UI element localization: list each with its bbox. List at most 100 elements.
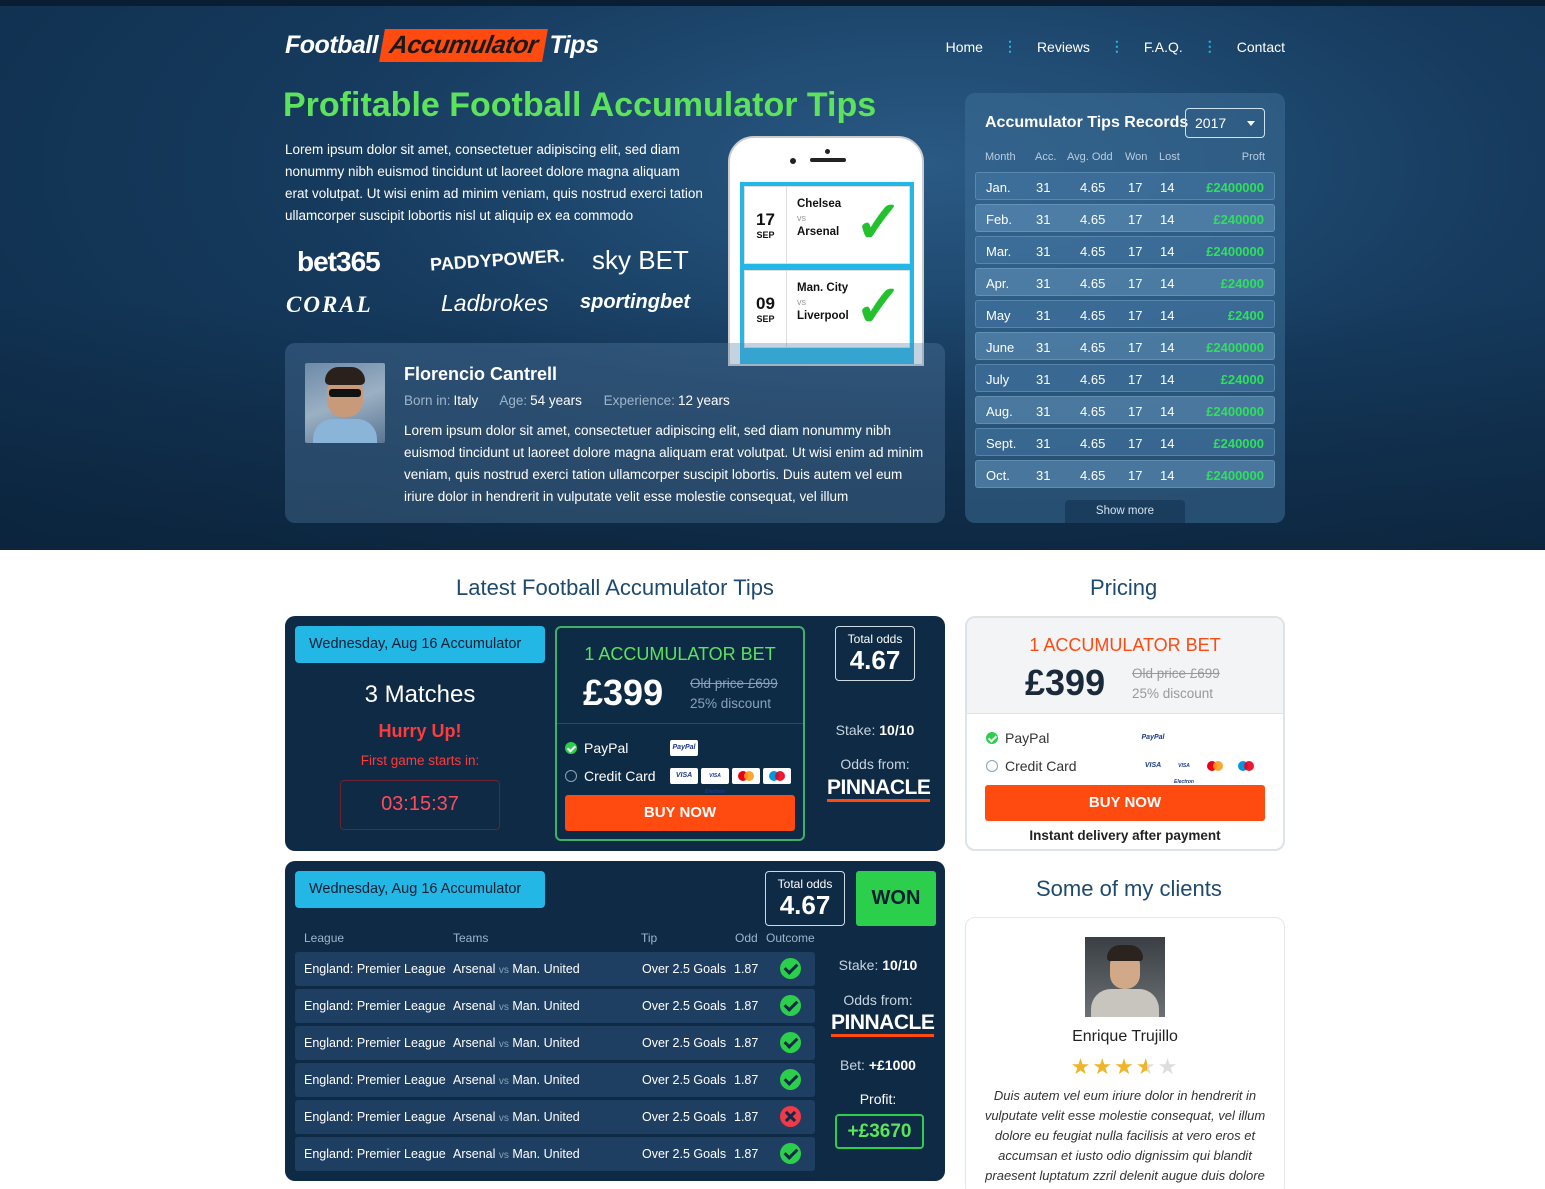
paypal-badge: PayPal — [1139, 730, 1167, 746]
visa-electron-icon: VISA Electron — [701, 768, 729, 795]
tipster-bio: Lorem ipsum dolor sit amet, consectetuer… — [404, 423, 924, 504]
outcome-win-icon — [780, 958, 801, 979]
pricing-title: 1 ACCUMULATOR BET — [1029, 635, 1221, 655]
buy-now-button[interactable]: BUY NOW — [565, 795, 795, 831]
records-profit: £2400000 — [1206, 404, 1264, 419]
intro-text: Lorem ipsum dolor sit amet, consectetuer… — [285, 142, 703, 223]
records-profit: £2400000 — [1206, 180, 1264, 195]
radio-icon[interactable] — [565, 770, 577, 782]
nav-reviews[interactable]: Reviews — [1037, 39, 1090, 55]
records-cell: 14 — [1160, 340, 1175, 355]
tip-cell: Over 2.5 Goals — [642, 1036, 727, 1050]
hero-section: Football Accumulator Tips Home ⋮ Reviews… — [0, 0, 1545, 550]
records-cell: 17 — [1128, 276, 1143, 291]
bookmaker-logo-bet365: bet365 — [297, 246, 381, 277]
visa-icon: VISA — [670, 768, 698, 784]
odd-cell: 1.87 — [734, 1110, 759, 1124]
outcome-win-icon — [780, 995, 801, 1016]
logo-word-3: Tips — [549, 30, 599, 59]
records-cell: 4.65 — [1080, 308, 1106, 323]
site-logo[interactable]: Football Accumulator Tips — [285, 26, 599, 64]
payment-option-credit-card[interactable]: Credit Card — [565, 768, 656, 784]
bookmaker-logo-ladbrokes: Ladbrokes — [441, 290, 549, 316]
star-full-icon: ★ — [1092, 1054, 1115, 1079]
show-more-button[interactable]: Show more — [1065, 500, 1185, 523]
tip-cell: Over 2.5 Goals — [642, 1147, 727, 1161]
status-badge: WON — [856, 871, 936, 926]
pricing-option-paypal[interactable]: PayPal — [986, 730, 1049, 746]
records-cell: 14 — [1160, 436, 1175, 451]
records-cell: 4.65 — [1080, 436, 1106, 451]
records-cell: 31 — [1036, 180, 1051, 195]
records-row: Mar. 31 4.65 17 14 £2400000 — [975, 236, 1275, 264]
phone-match-card: 17 SEP Chelsea vs Arsenal ✓ — [744, 186, 910, 264]
records-cell: 17 — [1128, 372, 1143, 387]
records-row: Oct. 31 4.65 17 14 £2400000 — [975, 460, 1275, 488]
records-cell: 4.65 — [1080, 276, 1106, 291]
records-cell: Aug. — [986, 404, 1013, 419]
records-cell: 17 — [1128, 404, 1143, 419]
records-cell: 17 — [1128, 468, 1143, 483]
maestro-icon — [1232, 758, 1260, 774]
upcoming-accumulator-card: Wednesday, Aug 16 Accumulator 3 Matches … — [285, 616, 945, 851]
year-select[interactable]: 2017 — [1185, 108, 1265, 138]
records-profit: £2400000 — [1206, 244, 1264, 259]
records-row: Jan. 31 4.65 17 14 £2400000 — [975, 172, 1275, 200]
records-cell: 17 — [1128, 308, 1143, 323]
pricing-option-credit-card[interactable]: Credit Card — [986, 758, 1077, 774]
nav-contact[interactable]: Contact — [1237, 39, 1285, 55]
main-nav: Home ⋮ Reviews ⋮ F.A.Q. ⋮ Contact — [946, 38, 1285, 55]
pricing-price: £399 — [1025, 662, 1106, 703]
records-cell: 4.65 — [1080, 468, 1106, 483]
total-odds: Total odds 4.67 — [765, 871, 845, 926]
league-cell: England: Premier League — [304, 1073, 446, 1087]
records-title: Accumulator Tips Records — [985, 114, 1189, 131]
nav-separator: ⋮ — [1002, 38, 1017, 54]
records-profit: £24000 — [1220, 276, 1264, 291]
star-rating: ★★★★★ — [966, 1054, 1284, 1080]
nav-faq[interactable]: F.A.Q. — [1144, 39, 1183, 55]
pricing-buy-now-button[interactable]: BUY NOW — [985, 785, 1265, 821]
records-cell: 31 — [1036, 372, 1051, 387]
countdown-label: First game starts in: — [360, 753, 480, 768]
purchase-box: 1 ACCUMULATOR BET £399 Old price £699 25… — [555, 626, 805, 841]
settled-accumulator-card: Wednesday, Aug 16 Accumulator Total odds… — [285, 861, 945, 1181]
phone-screen: 17 SEP Chelsea vs Arsenal ✓ 09 SEP Man. City v… — [740, 182, 914, 364]
matches-count: 3 Matches — [364, 681, 476, 708]
records-profit: £2400000 — [1206, 340, 1264, 355]
old-price: Old price £699 — [690, 676, 778, 691]
teams-cell: Arsenal vs Man. United — [453, 999, 580, 1013]
logo-word-2: Accumulator — [379, 28, 549, 62]
records-cell: 14 — [1160, 212, 1175, 227]
odds-from-label: Odds from: — [843, 992, 913, 1008]
nav-home[interactable]: Home — [946, 39, 983, 55]
delivery-note: Instant delivery after payment — [1029, 828, 1221, 843]
records-cell: Oct. — [986, 468, 1010, 483]
offer-title: 1 ACCUMULATOR BET — [584, 644, 776, 664]
latest-tips-heading: Latest Football Accumulator Tips — [456, 575, 774, 600]
records-cell: 31 — [1036, 244, 1051, 259]
records-cell: Sept. — [986, 436, 1017, 451]
star-half-icon: ★ — [1135, 1054, 1158, 1079]
payment-option-paypal[interactable]: PayPal — [565, 740, 628, 756]
visa-icon: VISA — [1139, 758, 1167, 774]
records-cell: 4.65 — [1080, 404, 1106, 419]
records-cell: 4.65 — [1080, 372, 1106, 387]
radio-checked-icon[interactable] — [986, 732, 998, 744]
teams-cell: Arsenal vs Man. United — [453, 1147, 580, 1161]
pinnacle-logo: PINNACLE — [827, 777, 931, 802]
paypal-badge: PayPal — [670, 740, 698, 756]
league-cell: England: Premier League — [304, 1036, 446, 1050]
tip-cell: Over 2.5 Goals — [642, 1110, 727, 1124]
maestro-icon — [763, 768, 791, 784]
radio-checked-icon[interactable] — [565, 742, 577, 754]
teams-cell: Arsenal vs Man. United — [453, 1073, 580, 1087]
star-empty-icon: ★ — [1157, 1054, 1180, 1079]
records-cell: 14 — [1160, 180, 1175, 195]
radio-icon[interactable] — [986, 760, 998, 772]
card-badges: VISA VISA Electron — [670, 768, 791, 795]
star-full-icon: ★ — [1114, 1054, 1136, 1079]
table-row: England: Premier League Arsenal vs Man. U… — [295, 952, 815, 986]
records-row: Feb. 31 4.65 17 14 £240000 — [975, 204, 1275, 232]
checkmark-icon: ✓ — [854, 190, 903, 255]
